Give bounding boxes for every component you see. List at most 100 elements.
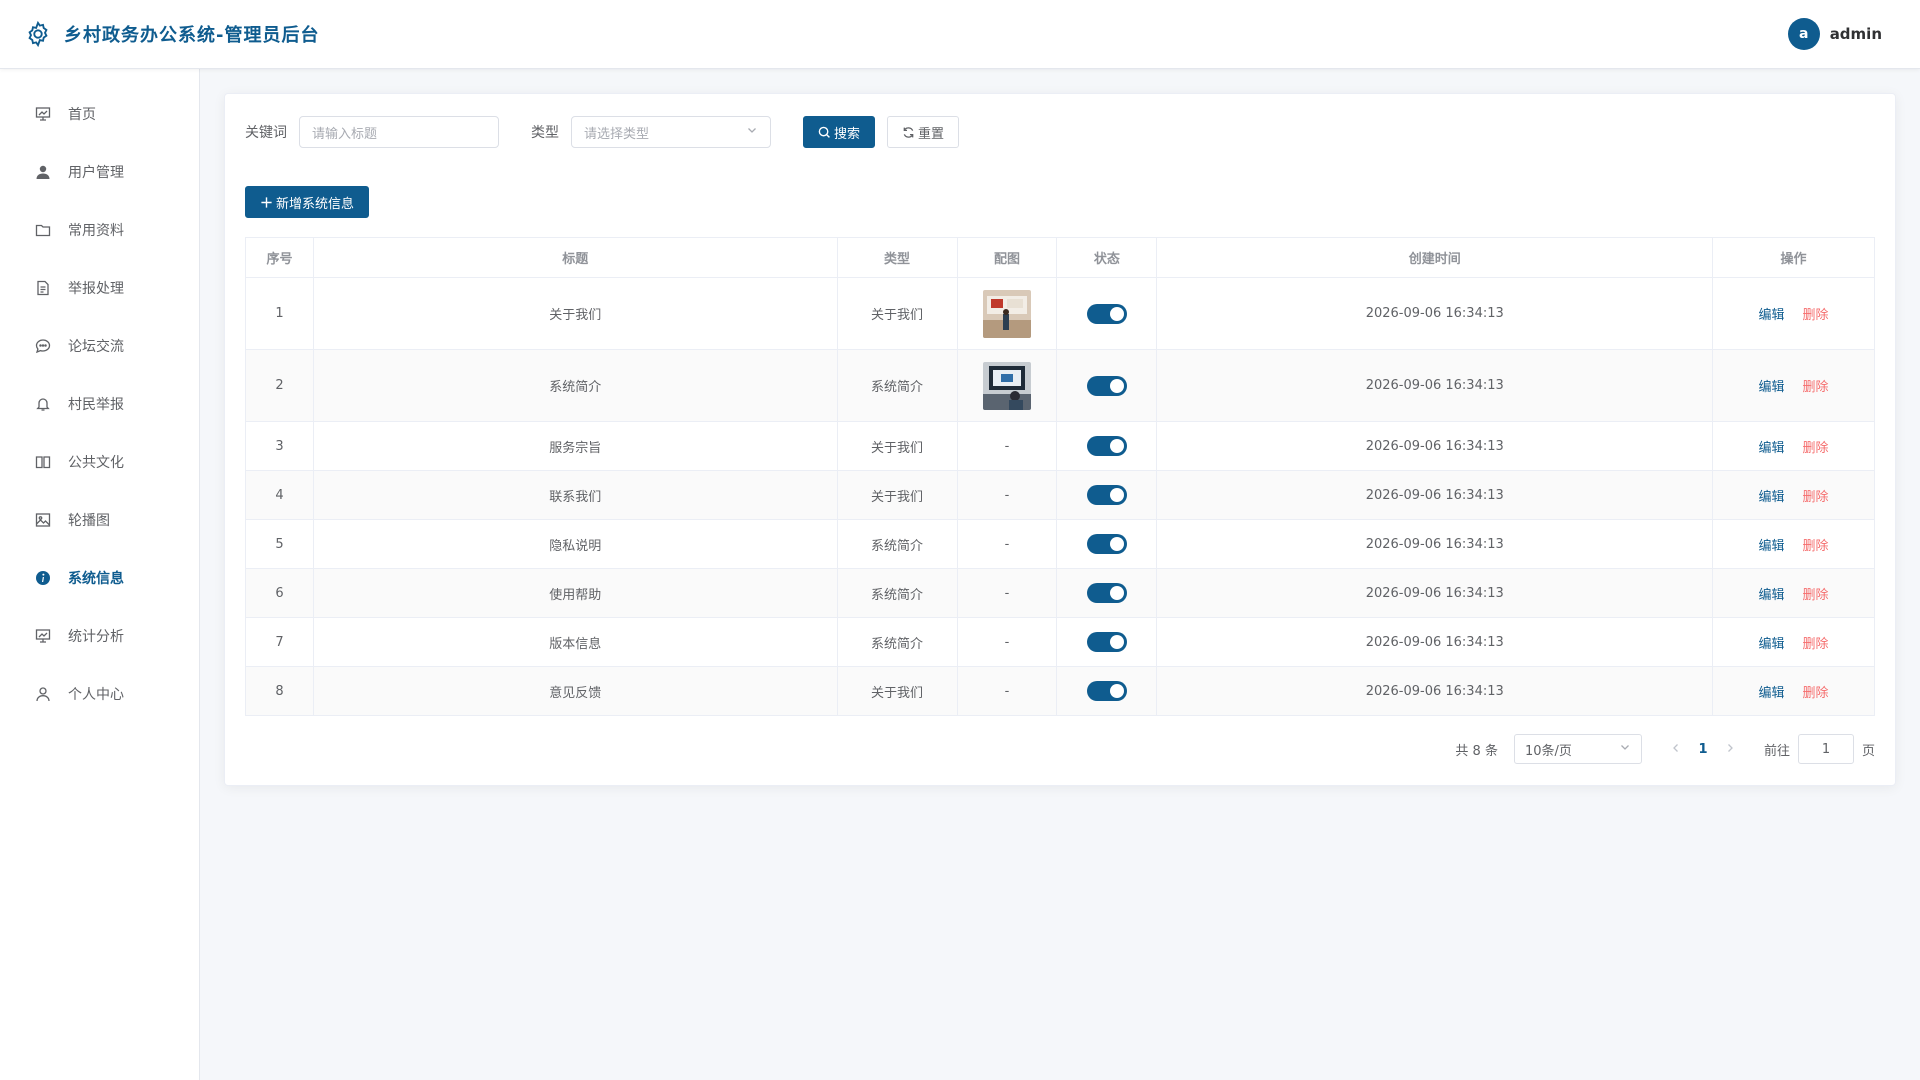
cell-image: - [956,666,1058,716]
add-system-info-button[interactable]: 新增系统信息 [245,186,370,218]
edit-button[interactable]: 编辑 [1759,441,1785,456]
plus-icon [260,196,273,209]
search-form: 关键词 请输入标题 类型 请选择类型 搜索 重置 [245,116,960,148]
table-row: 4 联系我们 关于我们 - 2026-09-06 16:34:13 编辑 删除 [245,470,1875,520]
goto-page-input[interactable]: 1 [1797,734,1854,764]
sidebar-item-system-info[interactable]: 系统信息 [0,549,199,607]
status-toggle[interactable] [1086,485,1127,505]
edit-button[interactable]: 编辑 [1759,380,1785,395]
cell-index: 8 [245,666,314,716]
chevron-down-icon [1619,741,1631,757]
cell-created: 2026-09-06 16:34:13 [1156,470,1714,520]
cell-image: - [956,617,1058,667]
cell-type: 系统简介 [836,568,958,618]
column-header-actions: 操作 [1712,237,1875,278]
page-size-select[interactable]: 10条/页 [1513,734,1642,764]
prev-page-button[interactable] [1664,742,1688,757]
cell-actions: 编辑 删除 [1712,470,1875,520]
cell-index: 1 [245,277,314,350]
system-info-table: 序号 标题 类型 配图 状态 创建时间 操作 1 关于我们 关于我们 2026-… [245,237,1875,716]
cell-title: 联系我们 [312,470,838,520]
column-header-title: 标题 [312,237,838,278]
sidebar-item-villager-reports[interactable]: 村民举报 [0,375,199,433]
table-row: 8 意见反馈 关于我们 - 2026-09-06 16:34:13 编辑 删除 [245,666,1875,716]
sidebar-item-forum[interactable]: 论坛交流 [0,317,199,375]
cell-status [1056,568,1158,618]
cell-created: 2026-09-06 16:34:13 [1156,568,1714,618]
edit-button[interactable]: 编辑 [1759,308,1785,323]
thumbnail-image[interactable] [982,361,1031,410]
cell-actions: 编辑 删除 [1712,568,1875,618]
sidebar-item-label: 用户管理 [68,165,124,181]
cell-type: 系统简介 [836,617,958,667]
delete-button[interactable]: 删除 [1803,539,1829,554]
sidebar-item-label: 常用资料 [68,223,124,239]
table-row: 5 隐私说明 系统简介 - 2026-09-06 16:34:13 编辑 删除 [245,519,1875,569]
cell-type: 关于我们 [836,421,958,471]
sidebar-item-carousel[interactable]: 轮播图 [0,491,199,549]
keyword-input[interactable]: 请输入标题 [299,116,499,148]
delete-button[interactable]: 删除 [1803,380,1829,395]
sidebar-item-label: 首页 [68,107,96,123]
chart-board-icon [34,627,52,645]
sidebar-item-users[interactable]: 用户管理 [0,143,199,201]
sidebar-item-resources[interactable]: 常用资料 [0,201,199,259]
cell-actions: 编辑 删除 [1712,277,1875,350]
cell-title: 意见反馈 [312,666,838,716]
total-count: 共 8 条 [1455,743,1498,759]
folder-icon [34,221,52,239]
delete-button[interactable]: 删除 [1803,637,1829,652]
content-card: 关键词 请输入标题 类型 请选择类型 搜索 重置 新增系统信息 序号 标题 类型… [224,93,1896,786]
next-page-button[interactable] [1718,742,1742,757]
edit-button[interactable]: 编辑 [1759,539,1785,554]
avatar[interactable]: a [1787,18,1820,50]
cell-type: 关于我们 [836,277,958,350]
status-toggle[interactable] [1086,436,1127,456]
edit-button[interactable]: 编辑 [1759,637,1785,652]
edit-button[interactable]: 编辑 [1759,490,1785,505]
delete-button[interactable]: 删除 [1803,686,1829,701]
keyword-label: 关键词 [245,125,287,141]
sidebar-item-statistics[interactable]: 统计分析 [0,607,199,665]
status-toggle[interactable] [1086,303,1127,324]
type-select[interactable]: 请选择类型 [571,116,771,148]
cell-index: 7 [245,617,314,667]
table-row: 2 系统简介 系统简介 2026-09-06 16:34:13 编辑 删除 [245,349,1875,422]
cell-index: 2 [245,349,314,422]
cell-image: - [956,421,1058,471]
thumbnail-image[interactable] [982,289,1031,338]
chevron-down-icon [746,124,758,140]
status-toggle[interactable] [1086,534,1127,554]
goto-label: 前往 [1763,743,1790,759]
page-size-value: 10条/页 [1524,743,1572,759]
page-number-current[interactable]: 1 [1688,742,1718,757]
delete-button[interactable]: 删除 [1803,308,1829,323]
goto-page-value: 1 [1821,741,1831,757]
cell-image: - [956,470,1058,520]
delete-button[interactable]: 删除 [1803,441,1829,456]
edit-button[interactable]: 编辑 [1759,588,1785,603]
sidebar-item-profile[interactable]: 个人中心 [0,665,199,723]
search-button[interactable]: 搜索 [803,116,876,148]
status-toggle[interactable] [1086,681,1127,701]
status-toggle[interactable] [1086,632,1127,652]
sidebar-item-label: 轮播图 [68,513,110,529]
delete-button[interactable]: 删除 [1803,490,1829,505]
delete-button[interactable]: 删除 [1803,588,1829,603]
sidebar-item-home[interactable]: 首页 [0,85,199,143]
app-title: 乡村政务办公系统-管理员后台 [64,25,320,46]
keyword-placeholder: 请输入标题 [312,126,378,142]
sidebar-item-report-handling[interactable]: 举报处理 [0,259,199,317]
reset-button[interactable]: 重置 [887,116,960,148]
edit-button[interactable]: 编辑 [1759,686,1785,701]
chart-board-icon [34,105,52,123]
status-toggle[interactable] [1086,375,1127,396]
sidebar-item-public-culture[interactable]: 公共文化 [0,433,199,491]
cell-status [1056,421,1158,471]
cell-actions: 编辑 删除 [1712,349,1875,422]
page-suffix: 页 [1861,743,1875,759]
username[interactable]: admin [1830,25,1882,43]
cell-type: 系统简介 [836,519,958,569]
status-toggle[interactable] [1086,583,1127,603]
user-menu[interactable]: a admin [1787,18,1882,50]
